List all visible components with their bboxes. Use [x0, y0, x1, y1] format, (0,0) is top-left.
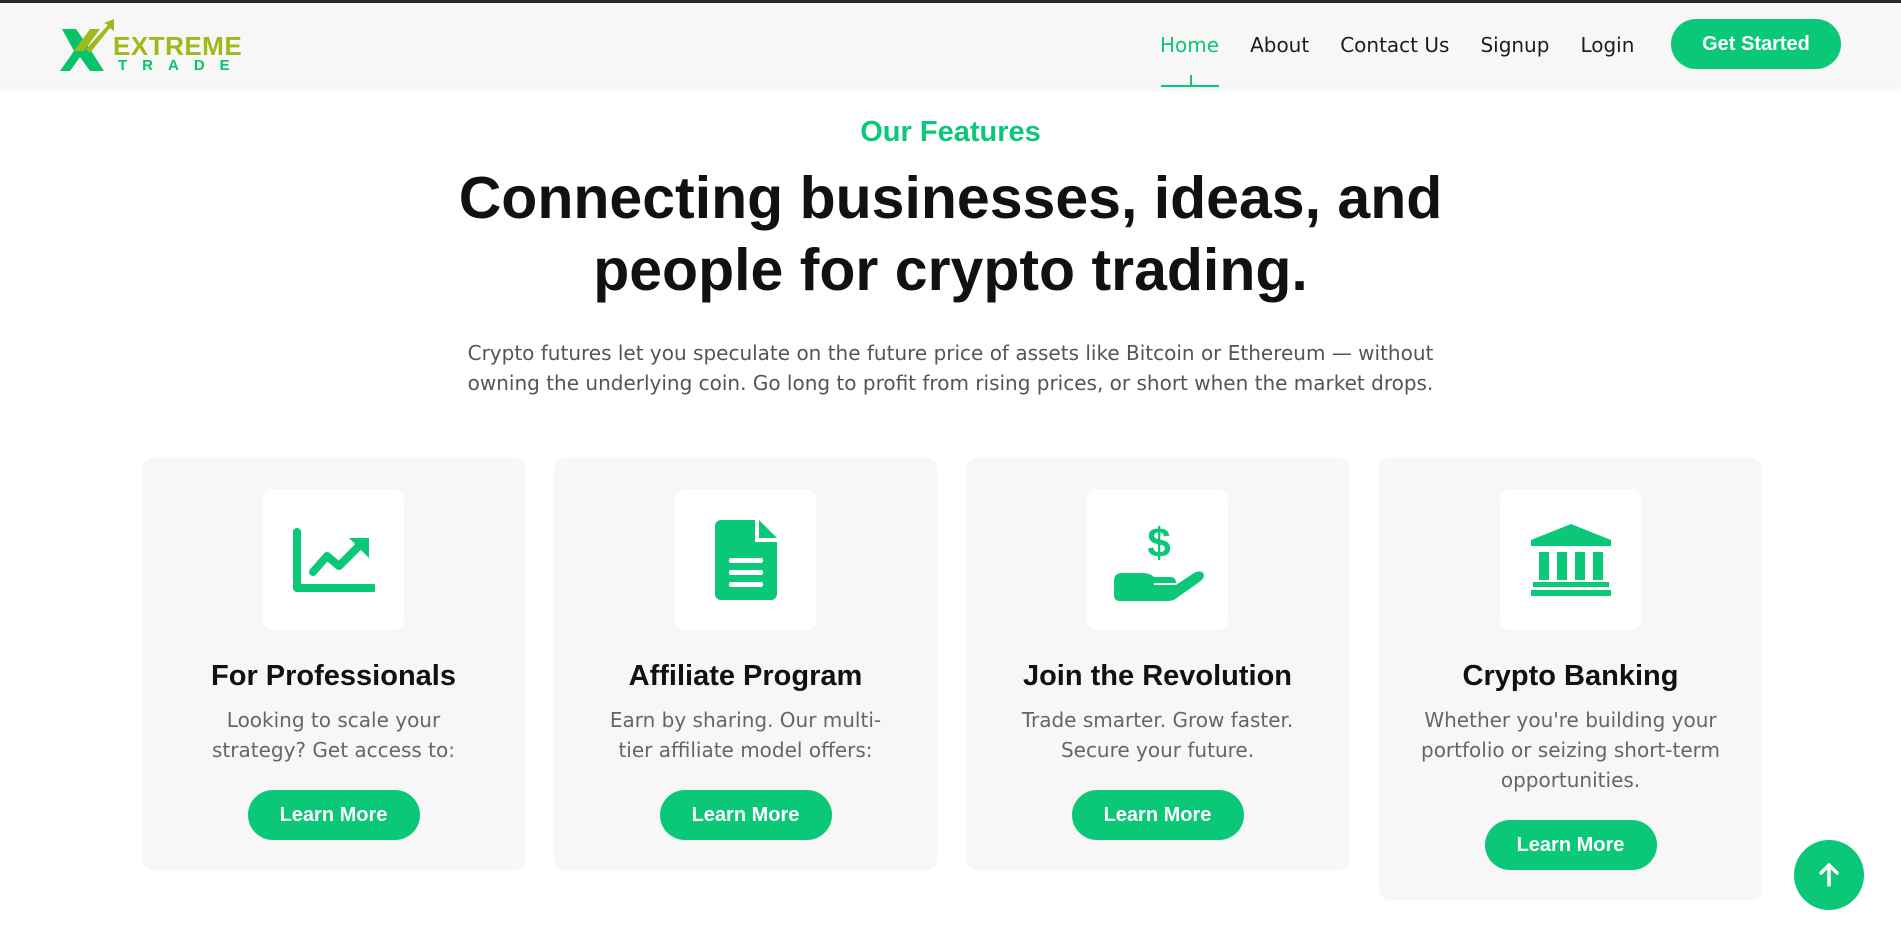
- arrow-up-icon: [1819, 863, 1839, 887]
- learn-more-button[interactable]: Learn More: [659, 790, 832, 840]
- learn-more-button[interactable]: Learn More: [1071, 790, 1244, 840]
- section-lead: Crypto futures let you speculate on the …: [467, 341, 1434, 395]
- feature-icon-box: [675, 489, 816, 630]
- logo-x-arrow-icon: [60, 19, 114, 71]
- feature-icon-box: [1500, 489, 1641, 630]
- feature-card-revolution: $ Join the Revolution Trade smarter. Gro…: [966, 458, 1349, 870]
- section-eyebrow: Our Features: [860, 116, 1041, 148]
- section-headline: Connecting businesses, ideas, and people…: [450, 162, 1451, 306]
- scroll-to-top-button[interactable]: [1794, 840, 1864, 910]
- feature-title: Join the Revolution: [1022, 660, 1293, 692]
- hand-dollar-icon: $: [1113, 519, 1204, 601]
- nav-contact-us[interactable]: Contact Us: [1340, 3, 1449, 87]
- feature-description: Looking to scale your strategy? Get acce…: [212, 708, 455, 762]
- feature-title: For Professionals: [211, 660, 456, 692]
- get-started-button[interactable]: Get Started: [1671, 19, 1841, 69]
- nav-about[interactable]: About: [1250, 3, 1309, 87]
- learn-more-button[interactable]: Learn More: [1484, 820, 1657, 870]
- headline-line-1: Connecting businesses, ideas, and: [458, 165, 1443, 231]
- learn-more-button[interactable]: Learn More: [247, 790, 420, 840]
- feature-description: Earn by sharing. Our multi-tier affiliat…: [609, 708, 882, 762]
- document-icon: [714, 519, 777, 600]
- nav-home[interactable]: Home: [1160, 3, 1220, 87]
- headline-line-2: people for crypto trading.: [593, 237, 1308, 303]
- nav-login[interactable]: Login: [1580, 3, 1634, 87]
- main-nav: Home About Contact Us Signup Login: [1160, 3, 1665, 87]
- svg-text:$: $: [1147, 519, 1170, 566]
- feature-description: Whether you're building your portfolio o…: [1421, 708, 1720, 792]
- site-header: EXTREME TRADE Home About Contact Us Sign…: [0, 3, 1901, 87]
- logo-word-trade: TRADE: [118, 57, 245, 74]
- feature-card-affiliate: Affiliate Program Earn by sharing. Our m…: [554, 458, 937, 870]
- chart-line-up-icon: [292, 527, 375, 592]
- feature-card-professionals: For Professionals Looking to scale your …: [142, 458, 525, 870]
- feature-icon-box: $: [1087, 489, 1228, 630]
- feature-card-banking: Crypto Banking Whether you're building y…: [1379, 458, 1762, 900]
- feature-icon-box: [263, 489, 404, 630]
- feature-description: Trade smarter. Grow faster. Secure your …: [1021, 708, 1294, 762]
- feature-title: Crypto Banking: [1462, 660, 1679, 692]
- brand-logo[interactable]: EXTREME TRADE: [60, 17, 242, 75]
- bank-icon: [1530, 523, 1611, 596]
- nav-signup[interactable]: Signup: [1480, 3, 1549, 87]
- feature-title: Affiliate Program: [628, 660, 863, 692]
